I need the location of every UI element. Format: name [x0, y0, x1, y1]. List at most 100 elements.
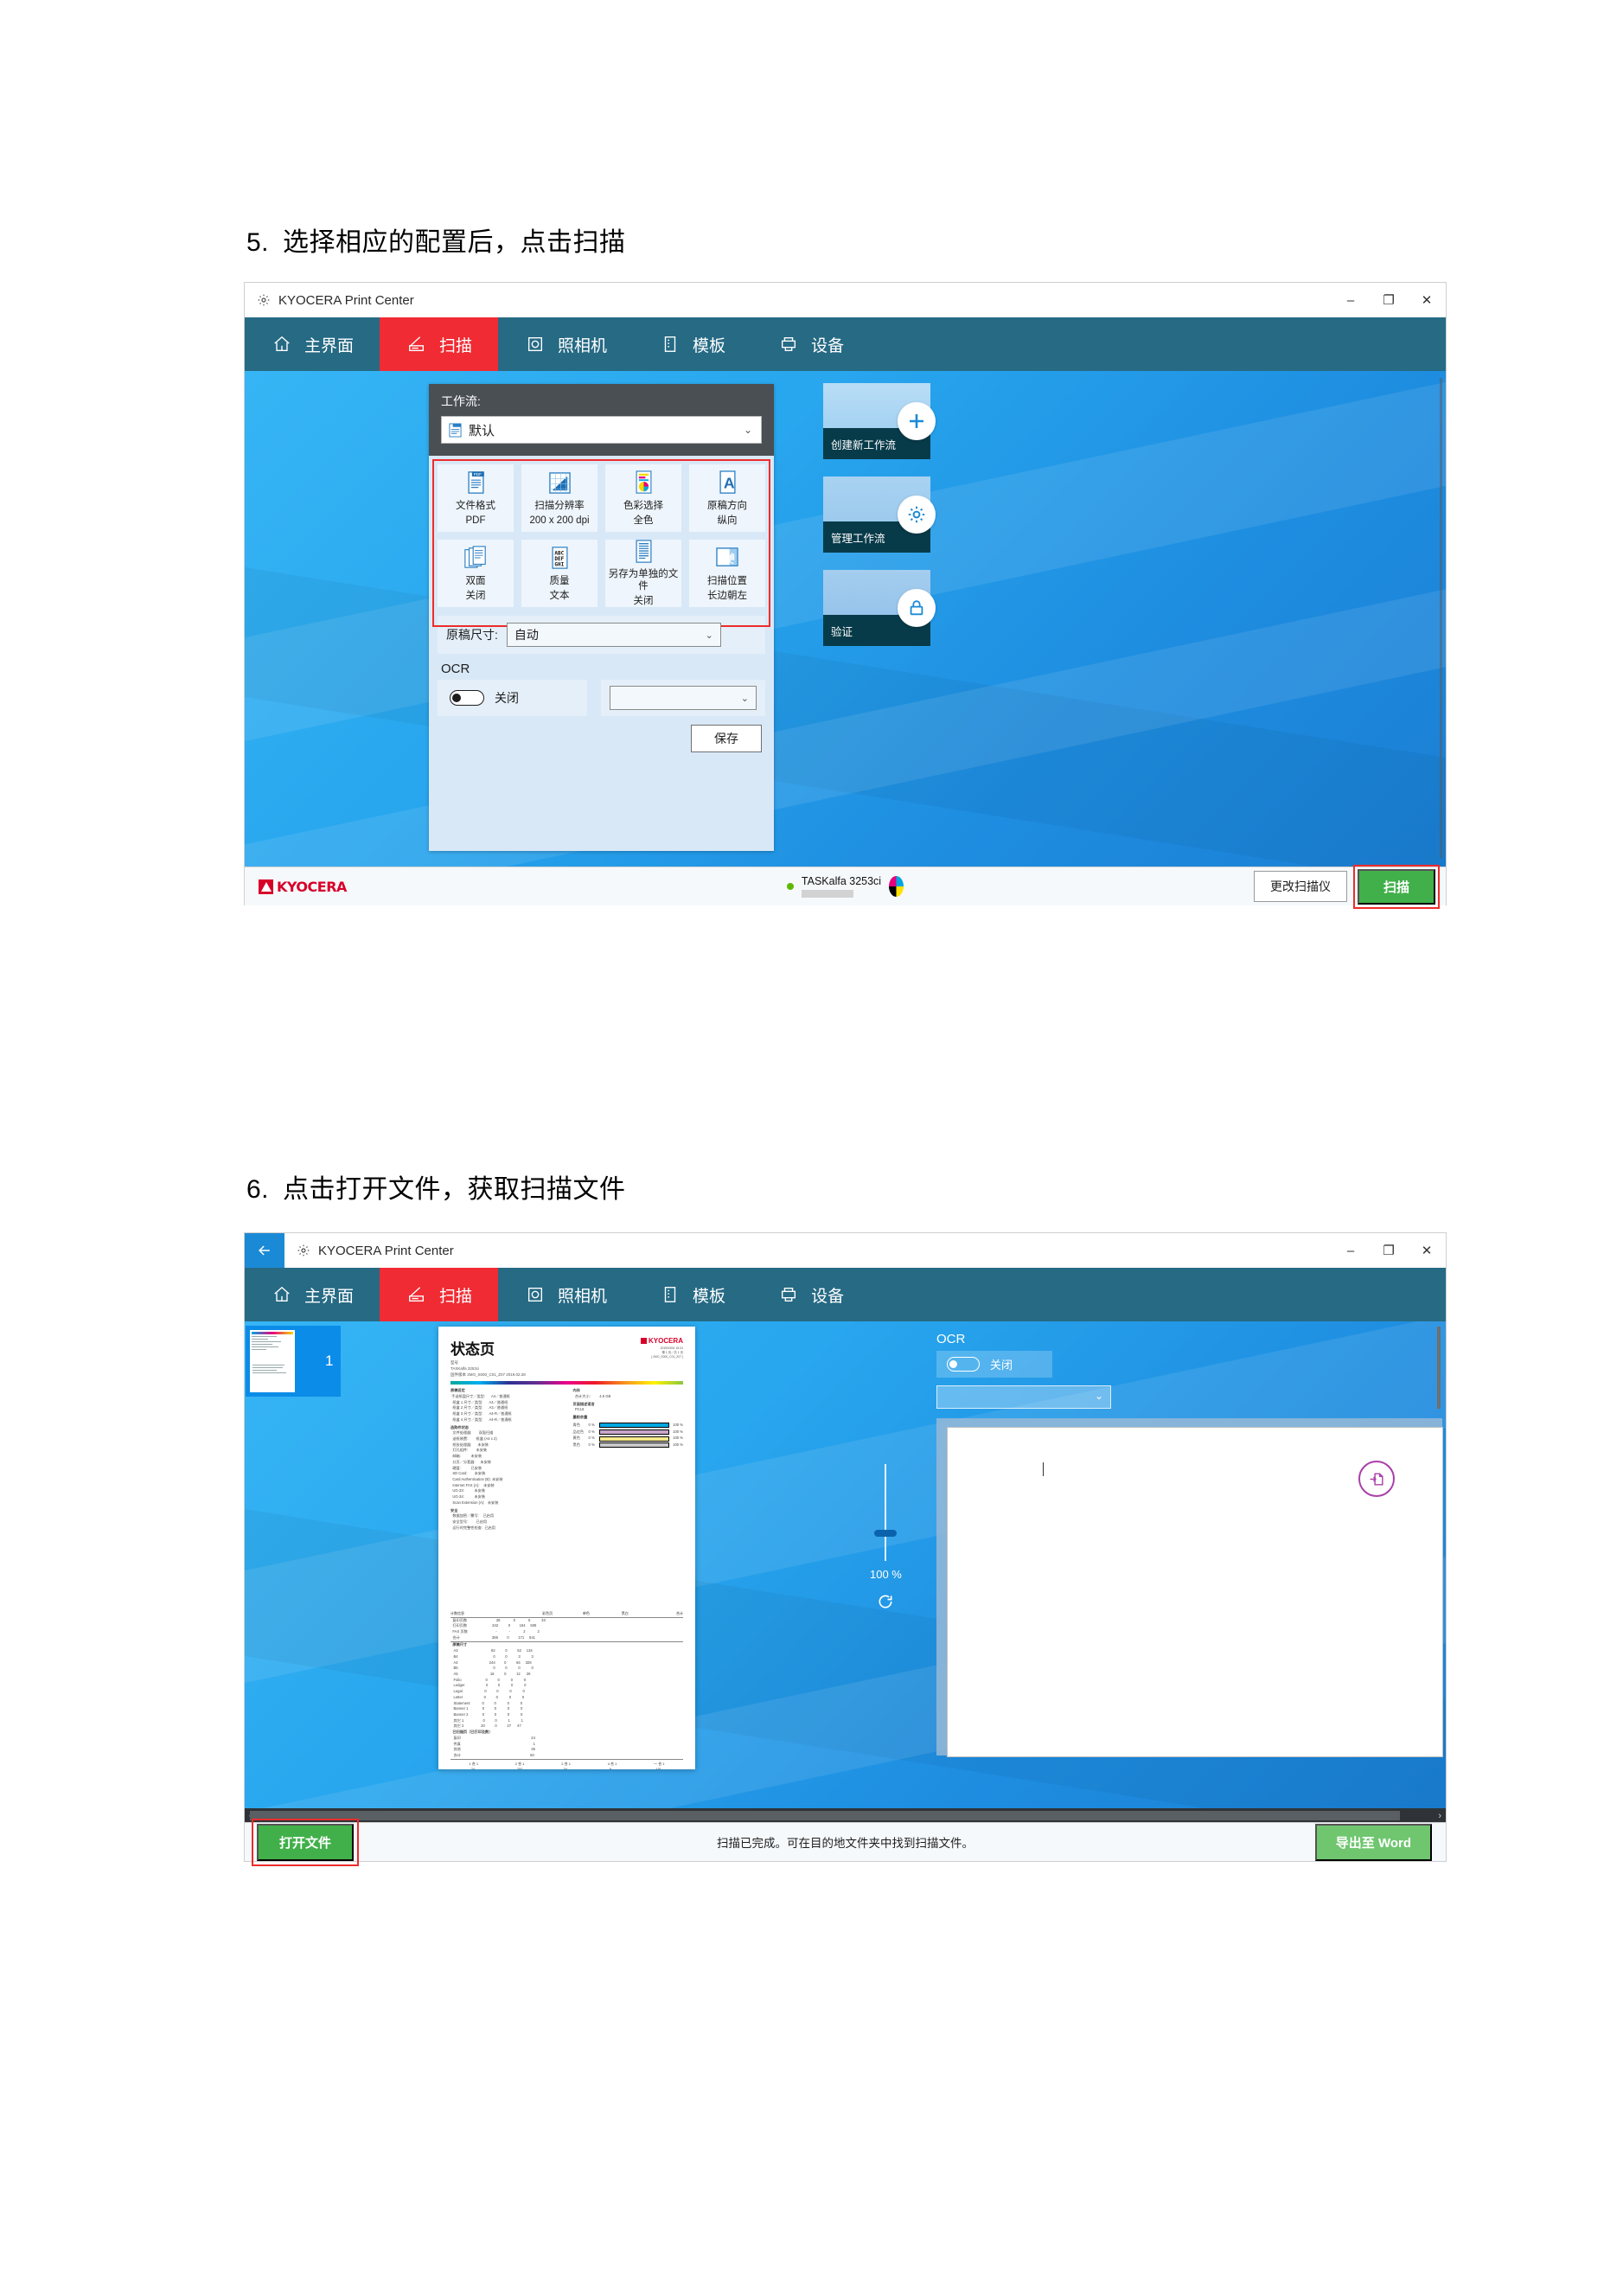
lock-icon [898, 589, 936, 627]
window2-titlebar: KYOCERA Print Center – ❐ ✕ [245, 1233, 1446, 1268]
tile-separate-file[interactable]: 另存为单独的文件 关闭 [605, 540, 681, 607]
window1-footer: KYOCERA TASKalfa 3253ci 更改扫描仪 扫描 [245, 864, 1446, 909]
tile-file-format[interactable]: PDF 文件格式 PDF [438, 464, 514, 532]
text-caret [1043, 1462, 1044, 1476]
action-tile-manage-workflow[interactable]: 管理工作流 [823, 476, 936, 553]
resolution-icon [548, 470, 572, 496]
preview-firmware: 固件版本 2MO_S000_C01_Z07 2019.02.28 [450, 1372, 526, 1377]
preview-doc-title: 状态页 [450, 1341, 495, 1358]
tab-camera[interactable]: 照相机 [498, 1268, 633, 1321]
horizontal-scrollbar[interactable]: ‹ › [245, 1808, 1446, 1823]
maximize-button[interactable]: ❐ [1370, 1233, 1408, 1268]
ocr-section-label: OCR [441, 662, 470, 676]
close-button[interactable]: ✕ [1408, 283, 1446, 317]
tile-scan-position[interactable]: 扫描位置 长边朝左 [689, 540, 765, 607]
ocr-toggle[interactable]: 关闭 [936, 1351, 1052, 1378]
export-to-word-button[interactable]: 导出至 Word [1314, 1823, 1432, 1861]
document-pdf-icon [449, 423, 462, 438]
page-thumbnail[interactable] [250, 1330, 295, 1392]
tile-orientation[interactable]: A 原稿方向 纵向 [689, 464, 765, 532]
ocr-result-document[interactable] [947, 1427, 1443, 1757]
step-5-heading: 5. 选择相应的配置后，点击扫描 [246, 221, 626, 259]
chevron-down-icon: ⌄ [743, 424, 752, 436]
tile-color-select-label: 色彩选择 [623, 501, 663, 512]
toner-pie-icon [889, 876, 904, 897]
tile-duplex-value: 关闭 [465, 590, 486, 601]
zoom-slider-handle[interactable] [874, 1530, 898, 1537]
tab-scan[interactable]: 扫描 [380, 317, 499, 371]
workspace-scrollbar[interactable] [1440, 378, 1442, 858]
tile-file-format-label: 文件格式 [456, 501, 495, 512]
scan-button[interactable]: 扫描 [1357, 868, 1435, 905]
original-size-row: 原稿尺寸: 自动 ⌄ [438, 616, 765, 654]
window1-navbar: 主界面 扫描 照相机 模板 设备 [245, 317, 1446, 371]
ocr-toggle[interactable]: 关闭 [438, 680, 587, 716]
step-6-text: 点击打开文件，获取扫描文件 [283, 1175, 626, 1204]
ocr-language-select[interactable]: ⌄ [610, 686, 757, 710]
ocr-language-wrap: ⌄ [601, 680, 765, 716]
ocr-toggle-state: 关闭 [495, 691, 519, 705]
tab-camera-label: 照相机 [558, 336, 608, 355]
orientation-icon: A [718, 470, 738, 496]
tab-main[interactable]: 主界面 [245, 1268, 380, 1321]
save-button[interactable]: 保存 [691, 725, 762, 752]
action-tile-manage-workflow-label: 管理工作流 [831, 532, 885, 545]
tile-duplex[interactable]: 双面 关闭 [438, 540, 514, 607]
tab-template[interactable]: 模板 [633, 317, 751, 371]
tab-device[interactable]: 设备 [751, 1268, 870, 1321]
tile-orientation-value: 纵向 [717, 515, 738, 526]
action-tile-authentication-label: 验证 [831, 625, 853, 638]
file-format-icon: PDF [465, 470, 487, 496]
tab-scan-label: 扫描 [439, 336, 473, 355]
template-icon [659, 333, 681, 355]
change-scanner-button[interactable]: 更改扫描仪 [1253, 871, 1347, 902]
rotate-icon[interactable] [877, 1593, 894, 1615]
page-number: 1 [325, 1353, 334, 1369]
ocr-language-select[interactable]: ⌄ [936, 1385, 1111, 1409]
window1-controls: – ❐ ✕ [1332, 283, 1446, 317]
zoom-percent: 100 % [870, 1568, 902, 1581]
tab-scan[interactable]: 扫描 [380, 1268, 499, 1321]
workflow-label: 工作流: [441, 394, 481, 408]
scanner-icon [406, 333, 428, 355]
device-icon [777, 333, 800, 355]
scan-preview-page[interactable]: 状态页 型号 TASKalfa 3253ci 固件版本 2MO_S000_C01… [438, 1327, 695, 1769]
minimize-button[interactable]: – [1332, 283, 1370, 317]
window1-title: KYOCERA Print Center [278, 292, 414, 308]
step-5-text: 选择相应的配置后，点击扫描 [283, 228, 626, 257]
tab-main[interactable]: 主界面 [245, 317, 380, 371]
maximize-button[interactable]: ❐ [1370, 283, 1408, 317]
tile-quality[interactable]: ABC DEF GHI 质量 文本 [521, 540, 597, 607]
scroll-right-icon[interactable]: › [1434, 1811, 1446, 1821]
workspace-scrollbar[interactable] [1437, 1327, 1441, 1409]
action-tile-authentication[interactable]: 验证 [823, 570, 936, 646]
scan-position-icon [715, 545, 739, 571]
workflow-select[interactable]: 默认 ⌄ [441, 416, 762, 444]
camera-icon [524, 1283, 546, 1306]
workflow-selected-value: 默认 [469, 423, 495, 438]
tab-template[interactable]: 模板 [633, 1268, 751, 1321]
import-document-icon[interactable] [1358, 1461, 1395, 1497]
page-thumbnail-strip[interactable]: 1 [246, 1326, 341, 1397]
zoom-slider[interactable] [874, 1464, 898, 1561]
minimize-button[interactable]: – [1332, 1233, 1370, 1268]
device-names: TASKalfa 3253ci [801, 875, 881, 898]
tab-camera[interactable]: 照相机 [498, 317, 633, 371]
toggle-switch-icon [947, 1357, 980, 1372]
preview-brand: KYOCERA [648, 1337, 683, 1345]
tile-color-select[interactable]: 色彩选择 全色 [605, 464, 681, 532]
window2-navbar: 主界面 扫描 照相机 模板 设备 [245, 1268, 1446, 1321]
tab-scan-label: 扫描 [439, 1287, 473, 1306]
plus-icon [898, 402, 936, 440]
tab-device[interactable]: 设备 [751, 317, 870, 371]
back-arrow-icon[interactable] [245, 1233, 284, 1268]
original-size-select[interactable]: 自动 ⌄ [506, 623, 721, 647]
close-button[interactable]: ✕ [1408, 1233, 1446, 1268]
ocr-row: 关闭 ⌄ [438, 680, 765, 716]
action-tile-create-workflow[interactable]: 创建新工作流 [823, 383, 936, 459]
tab-device-label: 设备 [811, 336, 845, 355]
gear-icon [257, 293, 271, 307]
tile-resolution[interactable]: 扫描分辨率 200 x 200 dpi [521, 464, 597, 532]
toggle-switch-icon [450, 690, 484, 706]
step-6-number: 6. [246, 1175, 270, 1204]
